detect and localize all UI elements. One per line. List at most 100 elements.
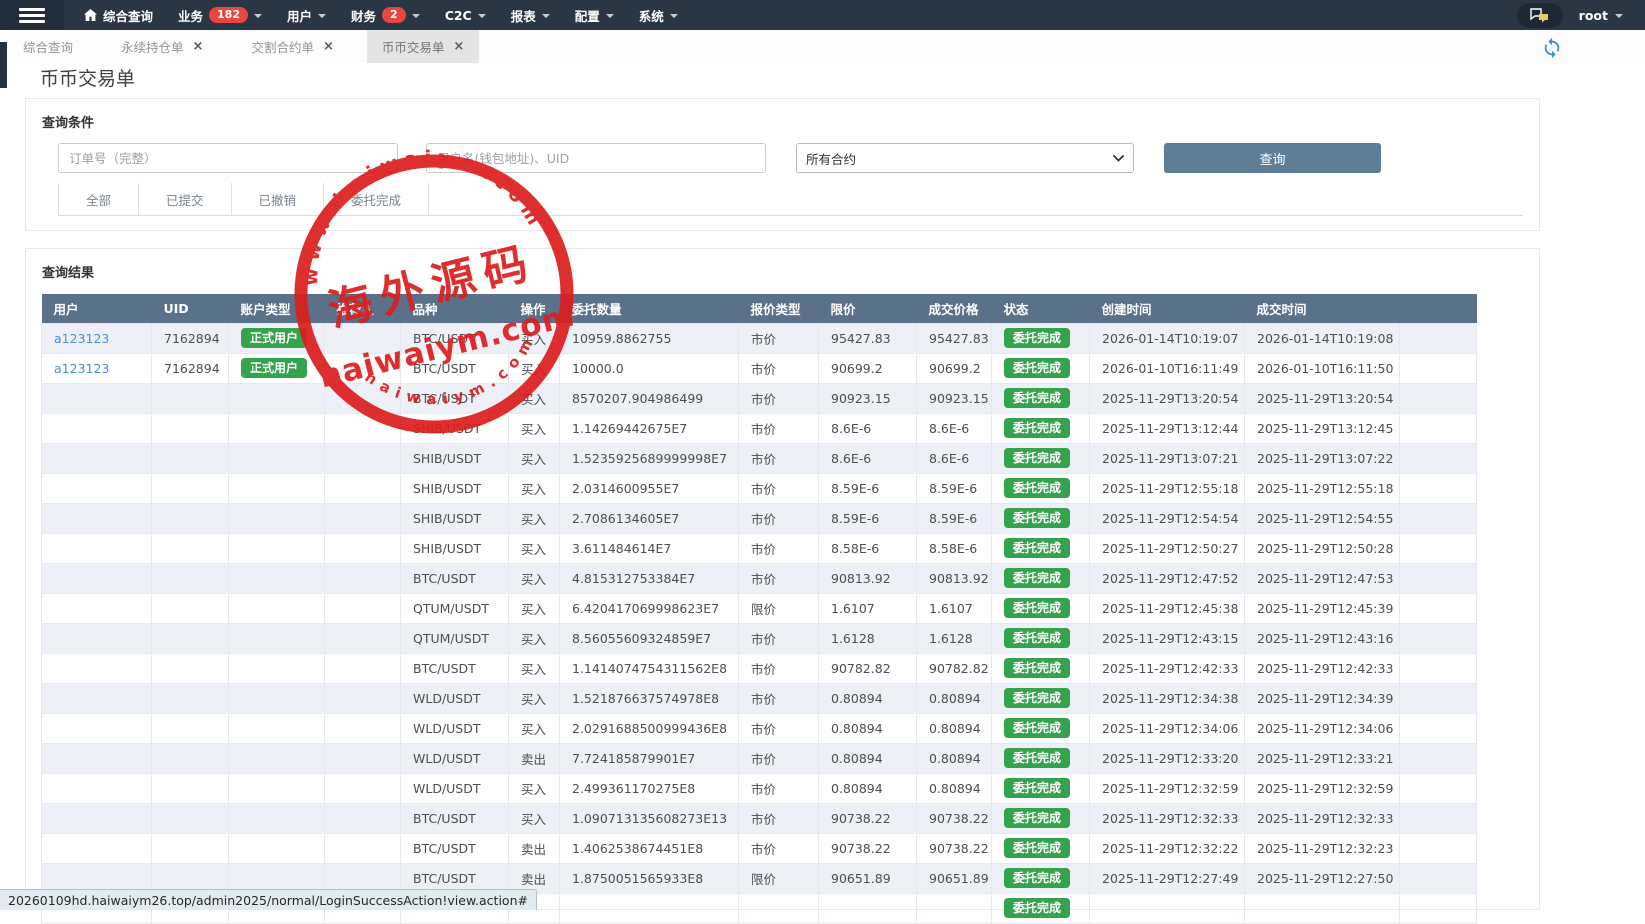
close-icon[interactable]: × xyxy=(193,40,204,53)
nav-item-label: 用户 xyxy=(287,6,312,25)
cell-user xyxy=(42,503,152,533)
status-filter-tabs: 全部已提交已撤销委托完成 xyxy=(58,183,1523,216)
cell-dealt_at: 2025-11-29T13:20:54 xyxy=(1245,383,1400,413)
status-badge: 委托完成 xyxy=(1004,418,1070,438)
cell-dealt_at: 2025-11-29T12:47:53 xyxy=(1245,563,1400,593)
cell-referrer xyxy=(325,533,401,563)
nav-item-config[interactable]: 配置 xyxy=(575,6,614,25)
cell-deal_price: 8.59E-6 xyxy=(917,503,992,533)
col-user: 用户 xyxy=(42,294,152,323)
cell-blank xyxy=(1400,533,1477,563)
cell-created_at xyxy=(1090,893,1245,923)
cell-referrer xyxy=(325,593,401,623)
nav-item-users[interactable]: 用户 xyxy=(287,6,326,25)
user-link[interactable]: a123123 xyxy=(54,361,109,376)
cell-referrer xyxy=(325,353,401,383)
cell-account_type xyxy=(229,533,325,563)
filter-tab-completed[interactable]: 委托完成 xyxy=(324,183,429,215)
cell-dealt_at: 2025-11-29T12:32:59 xyxy=(1245,773,1400,803)
cell-user xyxy=(42,593,152,623)
cell-price_type: 市价 xyxy=(739,443,819,473)
chat-button[interactable] xyxy=(1517,3,1563,28)
cell-pair: BTC/USDT xyxy=(401,653,509,683)
hamburger-menu-icon[interactable] xyxy=(0,0,64,30)
cell-qty: 10000.0 xyxy=(560,353,739,383)
cell-price_type: 市价 xyxy=(739,833,819,863)
cell-uid xyxy=(152,383,229,413)
cell-qty: 1.090713135608273E13 xyxy=(560,803,739,833)
cell-blank xyxy=(1400,413,1477,443)
user-menu[interactable]: root xyxy=(1579,8,1623,23)
cell-limit_price: 90699.2 xyxy=(819,353,917,383)
cell-qty: 1.521876637574978E8 xyxy=(560,683,739,713)
cell-created_at: 2025-11-29T12:50:27 xyxy=(1090,533,1245,563)
tab-overview[interactable]: 综合查询 xyxy=(8,30,88,63)
cell-account_type xyxy=(229,773,325,803)
filter-tab-submitted[interactable]: 已提交 xyxy=(139,183,232,215)
username-uid-input[interactable] xyxy=(426,143,766,173)
cell-pair: SHIB/USDT xyxy=(401,503,509,533)
cell-created_at: 2025-11-29T12:32:59 xyxy=(1090,773,1245,803)
col-side: 操作 xyxy=(509,294,560,323)
cell-user xyxy=(42,683,152,713)
cell-user xyxy=(42,713,152,743)
cell-created_at: 2025-11-29T12:47:52 xyxy=(1090,563,1245,593)
nav-item-business[interactable]: 业务182 xyxy=(178,6,262,25)
status-badge: 委托完成 xyxy=(1004,508,1070,528)
nav-item-reports[interactable]: 报表 xyxy=(511,6,550,25)
cell-created_at: 2025-11-29T12:34:38 xyxy=(1090,683,1245,713)
filter-tab-all[interactable]: 全部 xyxy=(58,183,139,215)
cell-account_type xyxy=(229,563,325,593)
cell-referrer xyxy=(325,473,401,503)
status-badge: 委托完成 xyxy=(1004,358,1070,378)
cell-deal_price: 0.80894 xyxy=(917,743,992,773)
cell-limit_price: 0.80894 xyxy=(819,713,917,743)
cell-limit_price: 95427.83 xyxy=(819,323,917,353)
contract-select[interactable]: 所有合约 xyxy=(796,143,1134,173)
cell-pair: QTUM/USDT xyxy=(401,593,509,623)
cell-blank xyxy=(1400,683,1477,713)
table-row: SHIB/USDT买入1.14269442675E7市价8.6E-68.6E-6… xyxy=(42,413,1477,443)
cell-side: 买入 xyxy=(509,413,560,443)
cell-status: 委托完成 xyxy=(992,893,1090,923)
nav-item-system[interactable]: 系统 xyxy=(639,6,678,25)
cell-deal_price: 0.80894 xyxy=(917,683,992,713)
close-icon[interactable]: × xyxy=(323,40,334,53)
cell-side: 买入 xyxy=(509,443,560,473)
nav-item-overview[interactable]: 综合查询 xyxy=(84,6,153,25)
col-price_type: 报价类型 xyxy=(739,294,819,323)
cell-user xyxy=(42,803,152,833)
cell-user xyxy=(42,473,152,503)
order-number-input[interactable] xyxy=(58,143,398,173)
cell-user xyxy=(42,413,152,443)
cell-account_type xyxy=(229,593,325,623)
nav-item-finance[interactable]: 财务2 xyxy=(351,6,420,25)
cell-uid xyxy=(152,683,229,713)
cell-dealt_at: 2025-11-29T12:34:06 xyxy=(1245,713,1400,743)
cell-status: 委托完成 xyxy=(992,713,1090,743)
cell-blank xyxy=(1400,353,1477,383)
cell-dealt_at: 2025-11-29T12:55:18 xyxy=(1245,473,1400,503)
refresh-button[interactable] xyxy=(1541,37,1563,59)
nav-item-c2c[interactable]: C2C xyxy=(445,8,486,23)
tab-perpetual-positions[interactable]: 永续持仓单× xyxy=(106,30,218,63)
close-icon[interactable]: × xyxy=(453,40,464,53)
chevron-down-icon xyxy=(670,14,678,18)
cell-deal_price xyxy=(917,893,992,923)
cell-price_type: 市价 xyxy=(739,383,819,413)
cell-limit_price: 90813.92 xyxy=(819,563,917,593)
status-badge: 委托完成 xyxy=(1004,688,1070,708)
table-row: BTC/USDT买入1.1414074754311562E8市价90782.82… xyxy=(42,653,1477,683)
cell-price_type: 市价 xyxy=(739,773,819,803)
cell-account_type xyxy=(229,743,325,773)
browser-status-bar: 20260109hd.haiwaiym26.top/admin2025/norm… xyxy=(0,889,537,910)
nav-item-badge: 2 xyxy=(382,7,406,23)
search-button[interactable]: 查询 xyxy=(1164,143,1381,173)
filter-tab-cancelled[interactable]: 已撤销 xyxy=(232,183,325,215)
tab-delivery-contracts[interactable]: 交割合约单× xyxy=(236,30,348,63)
cell-referrer xyxy=(325,503,401,533)
cell-price_type: 限价 xyxy=(739,863,819,893)
user-link[interactable]: a123123 xyxy=(54,331,109,346)
tab-spot-orders[interactable]: 币币交易单× xyxy=(367,30,479,63)
cell-pair: WLD/USDT xyxy=(401,773,509,803)
